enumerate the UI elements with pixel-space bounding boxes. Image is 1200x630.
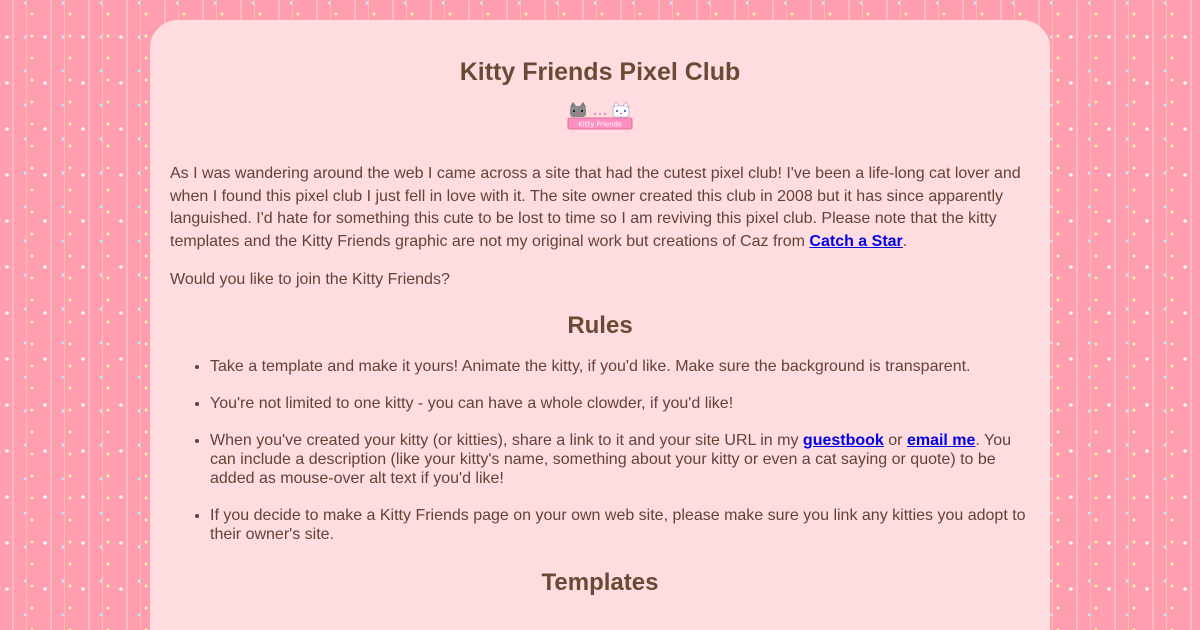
kitty-friends-logo: Kitty Friends bbox=[567, 101, 633, 130]
rule-item: If you decide to make a Kitty Friends pa… bbox=[210, 506, 1030, 544]
page-title: Kitty Friends Pixel Club bbox=[459, 58, 741, 86]
white-kitty-icon bbox=[612, 101, 630, 118]
catch-a-star-link[interactable]: Catch a Star bbox=[809, 233, 902, 250]
rule-item: You're not limited to one kitty - you ca… bbox=[210, 394, 1030, 413]
rules-list: Take a template and make it yours! Anima… bbox=[170, 357, 1030, 544]
guestbook-link[interactable]: guestbook bbox=[803, 432, 884, 449]
email-me-link[interactable]: email me bbox=[907, 432, 975, 449]
join-question: Would you like to join the Kitty Friends… bbox=[170, 271, 450, 288]
content-card: Kitty Friends Pixel Club Kitty Friends A… bbox=[150, 20, 1050, 630]
grey-kitty-icon bbox=[570, 102, 586, 117]
templates-heading: Templates bbox=[541, 568, 659, 596]
rules-heading: Rules bbox=[567, 311, 633, 339]
rule-item: Take a template and make it yours! Anima… bbox=[210, 357, 1030, 376]
intro-paragraph: As I was wandering around the web I came… bbox=[170, 165, 1021, 250]
rule-item: When you've created your kitty (or kitti… bbox=[210, 431, 1030, 488]
logo-text: Kitty Friends bbox=[578, 121, 622, 129]
